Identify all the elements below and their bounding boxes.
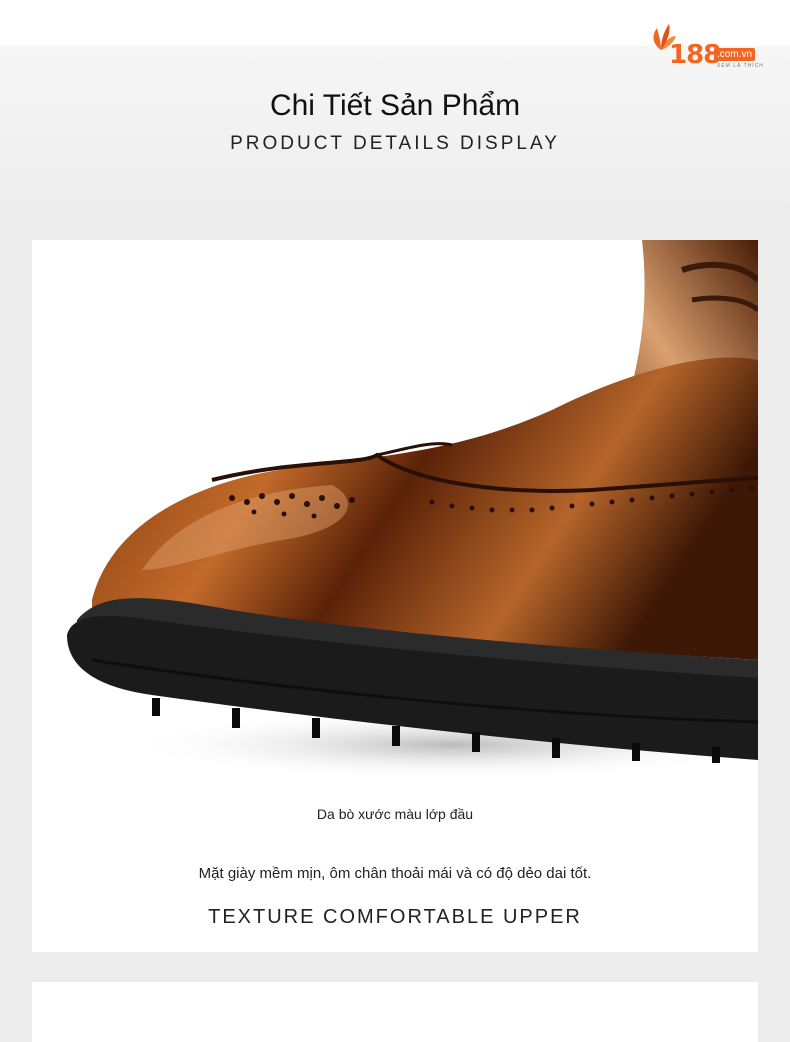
page-subtitle: PRODUCT DETAILS DISPLAY <box>230 133 560 154</box>
product-description: Mặt giày mềm mịn, ôm chân thoải mái và c… <box>198 865 592 882</box>
site-logo[interactable]: 188 .com.vn XEM LÀ THÍCH <box>647 22 772 72</box>
material-caption: Da bò xước màu lớp đầu <box>316 806 474 822</box>
feature-heading: TEXTURE COMFORTABLE UPPER <box>208 906 582 928</box>
product-photo <box>67 240 758 780</box>
next-detail-card <box>32 982 758 1042</box>
logo-number: 188 <box>669 40 721 70</box>
logo-domain: .com.vn <box>714 48 756 61</box>
product-detail-card: Da bò xước màu lớp đầu Mặt giày mềm mịn,… <box>32 240 758 952</box>
page-title: Chi Tiết Sản Phẩm <box>269 89 521 122</box>
logo-tagline: XEM LÀ THÍCH <box>717 63 764 69</box>
